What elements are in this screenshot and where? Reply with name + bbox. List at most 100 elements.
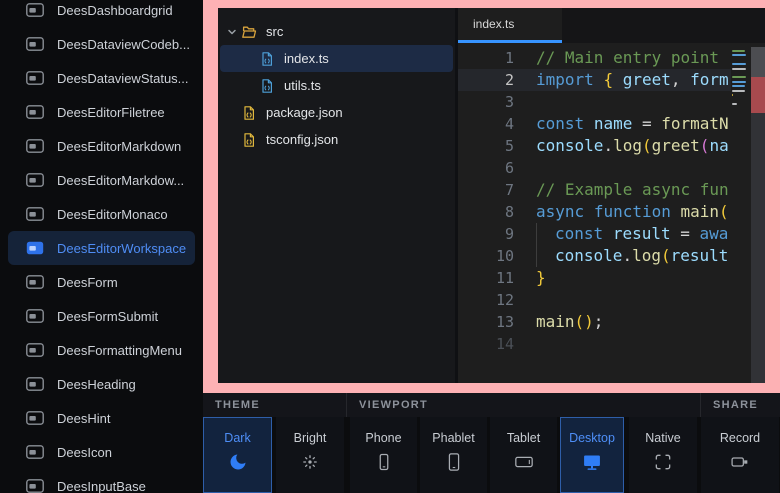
component-window-icon — [26, 173, 44, 187]
theme-dark-button[interactable]: Dark — [203, 417, 272, 493]
toolbar-button-label: Tablet — [507, 431, 540, 445]
toolbar-button-label: Bright — [294, 431, 327, 445]
code-token: ( — [642, 136, 652, 155]
code-line-7[interactable]: 7// Example async fun — [458, 179, 731, 201]
viewport-native-button[interactable]: Native — [629, 417, 697, 493]
viewport-phablet-button[interactable]: Phablet — [420, 417, 487, 493]
toolbar-button-label: Dark — [224, 431, 250, 445]
sidebar-item-label: DeesEditorFiletree — [57, 105, 165, 120]
sidebar-item-label: DeesFormSubmit — [57, 309, 158, 324]
sidebar-item-deesdataviewstatus[interactable]: DeesDataviewStatus... — [8, 61, 195, 95]
tree-item-icon-slot — [241, 105, 257, 121]
line-number: 7 — [458, 179, 514, 201]
component-window-icon — [26, 3, 44, 17]
editor-tab-bar: index.ts — [458, 8, 765, 43]
json-file-icon — [241, 132, 257, 148]
sidebar-item-label: DeesDataviewStatus... — [57, 71, 189, 86]
theme-bright-button[interactable]: Bright — [276, 417, 344, 493]
sidebar-item-deesheading[interactable]: DeesHeading — [8, 367, 195, 401]
code-line-5[interactable]: 5console.log(greet(na — [458, 135, 731, 157]
minimap-line — [732, 72, 748, 74]
sidebar-item-deesinputbase[interactable]: DeesInputBase — [8, 469, 195, 493]
code-token: = — [671, 224, 700, 243]
code-line-4[interactable]: 4const name = formatN — [458, 113, 731, 135]
sidebar-item-deeseditorfiletree[interactable]: DeesEditorFiletree — [8, 95, 195, 129]
tree-item-utils-ts[interactable]: utils.ts — [220, 72, 453, 99]
component-window-icon — [26, 275, 44, 289]
sidebar-item-label: DeesEditorWorkspace — [57, 241, 186, 256]
sidebar-item-deeseditorworkspace[interactable]: DeesEditorWorkspace — [8, 231, 195, 265]
sidebar-item-deesdataviewcodeb[interactable]: DeesDataviewCodeb... — [8, 27, 195, 61]
code-token: = — [632, 114, 661, 133]
line-number: 4 — [458, 113, 514, 135]
line-source: } — [536, 267, 731, 289]
sidebar-item-label: DeesEditorMarkdow... — [57, 173, 184, 188]
tree-item-label: utils.ts — [284, 78, 321, 93]
viewport-phone-button[interactable]: Phone — [350, 417, 417, 493]
code-line-13[interactable]: 13 main(); — [458, 311, 731, 333]
sidebar-item-deeshint[interactable]: DeesHint — [8, 401, 195, 435]
line-source — [536, 91, 731, 113]
tree-item-src[interactable]: src — [220, 18, 453, 45]
component-sidebar: DeesDashboardgrid DeesDataviewCodeb... Dee… — [0, 0, 203, 493]
code-token: const — [536, 114, 584, 133]
code-token — [584, 202, 594, 221]
code-lines[interactable]: 1// Main entry point2import { greet, for… — [458, 47, 731, 383]
sidebar-item-label: DeesIcon — [57, 445, 112, 460]
toolbar-buttons-row: Dark Bright Phone Phablet Tablet DesktopNativ… — [203, 417, 780, 493]
minimap-line — [732, 59, 748, 61]
toolbar-button-label: Phone — [365, 431, 401, 445]
sidebar-item-deesdashboardgrid[interactable]: DeesDashboardgrid — [8, 0, 195, 27]
editor-scrollbar[interactable] — [751, 47, 765, 383]
sidebar-item-deesformattingmenu[interactable]: DeesFormattingMenu — [8, 333, 195, 367]
line-number: 13 — [458, 311, 514, 333]
line-source: console.log(greet(na — [536, 135, 731, 157]
code-line-8[interactable]: 8async function main( — [458, 201, 731, 223]
share-record-button[interactable]: Record — [701, 417, 779, 493]
code-token: name — [594, 114, 633, 133]
line-source: // Main entry point — [536, 47, 731, 69]
bottom-toolbar: THEMEVIEWPORTSHARE Dark Bright Phone Phable… — [203, 393, 780, 493]
code-line-11[interactable]: 11} — [458, 267, 731, 289]
sidebar-item-deeseditormarkdown[interactable]: DeesEditorMarkdown — [8, 129, 195, 163]
code-token: . — [603, 136, 613, 155]
code-token: greet — [623, 70, 671, 89]
sidebar-item-label: DeesDashboardgrid — [57, 3, 173, 18]
sidebar-item-deeseditormonaco[interactable]: DeesEditorMonaco — [8, 197, 195, 231]
tree-item-tsconfig-json[interactable]: tsconfig.json — [220, 126, 453, 153]
code-line-3[interactable]: 3 — [458, 91, 731, 113]
minimap-line — [732, 63, 746, 65]
tab-index-ts[interactable]: index.ts — [458, 8, 562, 43]
code-line-6[interactable]: 6 — [458, 157, 731, 179]
code-token — [671, 202, 681, 221]
sidebar-item-deesform[interactable]: DeesForm — [8, 265, 195, 299]
line-number: 10 — [458, 245, 514, 267]
code-line-9[interactable]: 9const result = awa — [458, 223, 731, 245]
code-token: main — [681, 202, 720, 221]
line-source: const result = awa — [536, 223, 731, 245]
minimap[interactable] — [731, 47, 751, 383]
viewport-desktop-button[interactable]: Desktop — [560, 417, 624, 493]
line-source: async function main( — [536, 201, 731, 223]
sidebar-item-deesicon[interactable]: DeesIcon — [8, 435, 195, 469]
line-number: 2 — [458, 69, 514, 91]
component-window-icon — [26, 445, 44, 459]
sidebar-item-deesformsubmit[interactable]: DeesFormSubmit — [8, 299, 195, 333]
tree-item-index-ts[interactable]: index.ts — [220, 45, 453, 72]
viewport-tablet-button[interactable]: Tablet — [490, 417, 557, 493]
sidebar-item-label: DeesInputBase — [57, 479, 146, 493]
toolbar-section-headers: THEMEVIEWPORTSHARE — [203, 393, 780, 417]
code-token: () — [575, 312, 594, 331]
sidebar-item-deeseditormarkdow[interactable]: DeesEditorMarkdow... — [8, 163, 195, 197]
code-line-14[interactable]: 14 — [458, 333, 731, 355]
code-line-10[interactable]: 10console.log(result — [458, 245, 731, 267]
tree-item-package-json[interactable]: package.json — [220, 99, 453, 126]
code-line-2[interactable]: 2import { greet, form — [458, 69, 731, 91]
indent-guide — [536, 223, 555, 245]
chevron-down-icon — [226, 26, 238, 38]
component-window-icon — [26, 207, 44, 221]
code-line-12[interactable]: 12 — [458, 289, 731, 311]
code-line-1[interactable]: 1// Main entry point — [458, 47, 731, 69]
scrollbar-thumb[interactable] — [751, 47, 765, 77]
line-source: main(); — [536, 311, 731, 333]
